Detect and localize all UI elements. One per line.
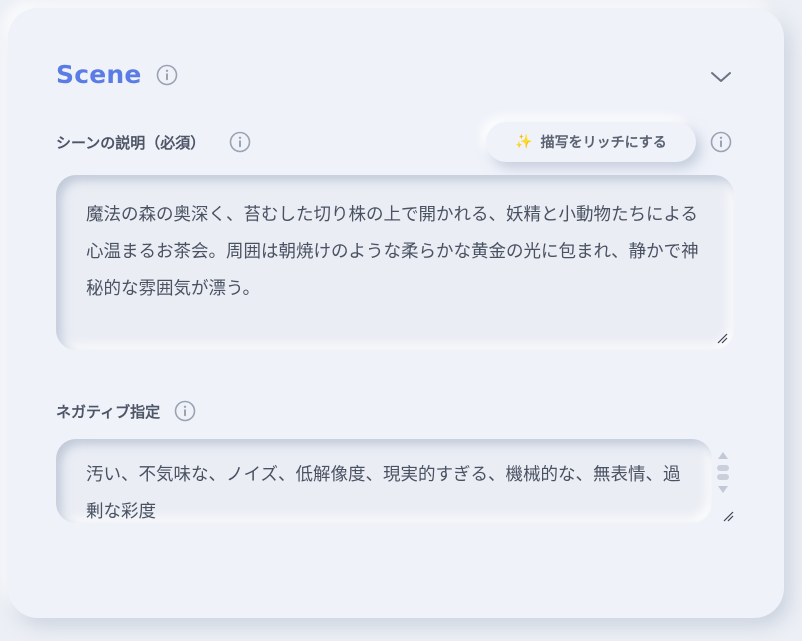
info-icon[interactable] (156, 64, 178, 86)
scene-description-textarea[interactable]: 魔法の森の奥深く、苔むした切り株の上で開かれる、妖精と小動物たちによる心温まるお… (56, 175, 734, 350)
sparkles-icon: ✨ (515, 134, 533, 150)
scroll-down-arrow-icon[interactable] (718, 486, 728, 493)
negative-label-row: ネガティブ指定 (56, 400, 196, 422)
description-label-row: シーンの説明（必須） (56, 131, 251, 153)
section-title: Scene (56, 60, 142, 89)
scrollbar-thumb-grip (717, 474, 729, 480)
scrollbar-thumb[interactable] (717, 465, 729, 471)
enrich-button-label: 描写をリッチにする (540, 135, 667, 151)
scene-description-text: 魔法の森の奥深く、苔むした切り株の上で開かれる、妖精と小動物たちによる心温まるお… (86, 205, 699, 299)
collapse-chevron-icon[interactable] (708, 64, 734, 90)
enrich-description-button[interactable]: ✨ 描写をリッチにする (486, 122, 696, 162)
info-icon[interactable] (229, 131, 251, 153)
description-label: シーンの説明（必須） (56, 133, 206, 152)
info-icon[interactable] (174, 400, 196, 422)
info-icon[interactable] (710, 131, 732, 153)
scroll-up-arrow-icon[interactable] (718, 452, 728, 459)
resize-handle-icon[interactable] (722, 510, 734, 522)
scene-card: Scene シーンの説明（必須） ✨ 描写をリッチにする 魔法の森の奥深く、苔む… (8, 8, 784, 618)
negative-prompt-text: 汚い、不気味な、ノイズ、低解像度、現実的すぎる、機械的な、無表情、過剰な彩度 (86, 465, 681, 522)
negative-label: ネガティブ指定 (56, 402, 161, 421)
negative-prompt-textarea[interactable]: 汚い、不気味な、ノイズ、低解像度、現実的すぎる、機械的な、無表情、過剰な彩度 (56, 439, 712, 523)
section-header: Scene (56, 60, 178, 89)
resize-handle-icon[interactable] (716, 332, 728, 344)
